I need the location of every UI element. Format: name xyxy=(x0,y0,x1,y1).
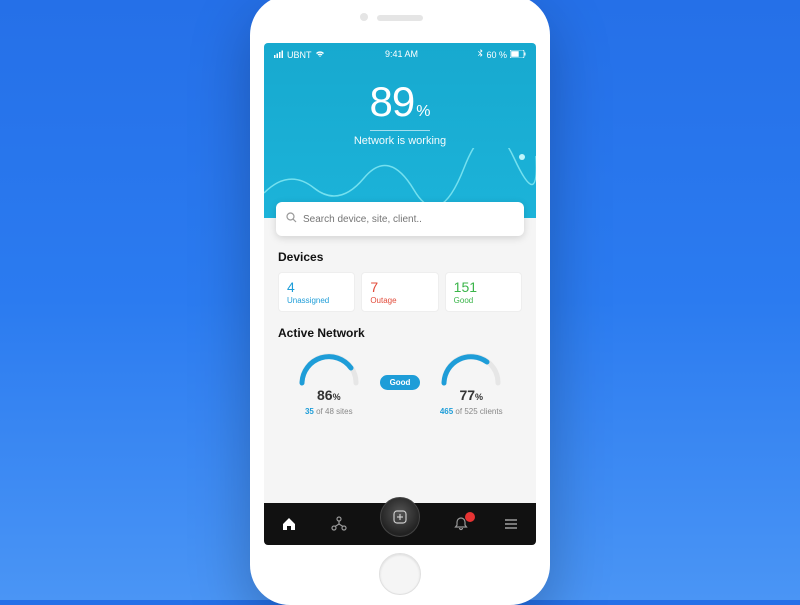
percent-symbol: % xyxy=(416,103,430,120)
status-bar: UBNT 9:41 AM 60 % xyxy=(274,49,526,60)
clock: 9:41 AM xyxy=(385,49,418,60)
search-bar[interactable] xyxy=(276,202,524,236)
gauge-subtext: 465 of 525 clients xyxy=(420,407,522,416)
plus-icon xyxy=(391,508,409,526)
devices-section: Devices 4 Unassigned 7 Outage 151 Good xyxy=(264,236,536,312)
gauge-percent: 77 xyxy=(459,387,475,403)
gauge-arc xyxy=(294,348,364,386)
tab-home[interactable] xyxy=(280,515,298,533)
device-card-unassigned[interactable]: 4 Unassigned xyxy=(278,272,355,312)
carrier-label: UBNT xyxy=(287,50,312,60)
device-label: Unassigned xyxy=(287,296,346,305)
notification-badge xyxy=(465,512,475,522)
device-count: 4 xyxy=(287,279,346,295)
home-button[interactable] xyxy=(379,553,421,595)
hero: 89% Network is working xyxy=(274,78,526,147)
active-network-section: Active Network 86% 35 of 48 sites Good xyxy=(264,312,536,416)
device-count: 7 xyxy=(370,279,429,295)
tab-topology[interactable] xyxy=(330,515,348,533)
device-count: 151 xyxy=(454,279,513,295)
device-card-outage[interactable]: 7 Outage xyxy=(361,272,438,312)
tab-add[interactable] xyxy=(380,497,420,537)
screen: UBNT 9:41 AM 60 % xyxy=(264,43,536,545)
sparkline xyxy=(264,148,536,208)
topology-icon xyxy=(331,516,347,532)
tab-menu[interactable] xyxy=(502,515,520,533)
header: UBNT 9:41 AM 60 % xyxy=(264,43,536,218)
menu-icon xyxy=(503,517,519,531)
gauge-percent: 86 xyxy=(317,387,333,403)
bluetooth-icon xyxy=(478,49,483,60)
tab-notifications[interactable] xyxy=(452,515,470,533)
divider xyxy=(370,130,430,131)
search-icon xyxy=(286,210,297,228)
device-label: Good xyxy=(454,296,513,305)
gauge-sites[interactable]: 86% 35 of 48 sites xyxy=(278,348,380,416)
active-network-title: Active Network xyxy=(278,326,522,340)
device-card-good[interactable]: 151 Good xyxy=(445,272,522,312)
hero-status: Network is working xyxy=(274,135,526,147)
home-icon xyxy=(281,516,297,532)
gauge-subtext: 35 of 48 sites xyxy=(278,407,380,416)
wifi-icon xyxy=(315,50,325,60)
device-label: Outage xyxy=(370,296,429,305)
search-input[interactable] xyxy=(303,214,514,225)
phone-frame: UBNT 9:41 AM 60 % xyxy=(250,0,550,605)
signal-icon xyxy=(274,50,284,60)
hero-percent: 89 xyxy=(370,78,415,125)
battery-icon xyxy=(510,50,526,60)
battery-pct: 60 % xyxy=(486,50,507,60)
gauge-clients[interactable]: 77% 465 of 525 clients xyxy=(420,348,522,416)
gauge-arc xyxy=(436,348,506,386)
search-container xyxy=(276,202,524,236)
status-pill: Good xyxy=(380,375,421,390)
tab-bar xyxy=(264,503,536,545)
devices-title: Devices xyxy=(278,250,522,264)
